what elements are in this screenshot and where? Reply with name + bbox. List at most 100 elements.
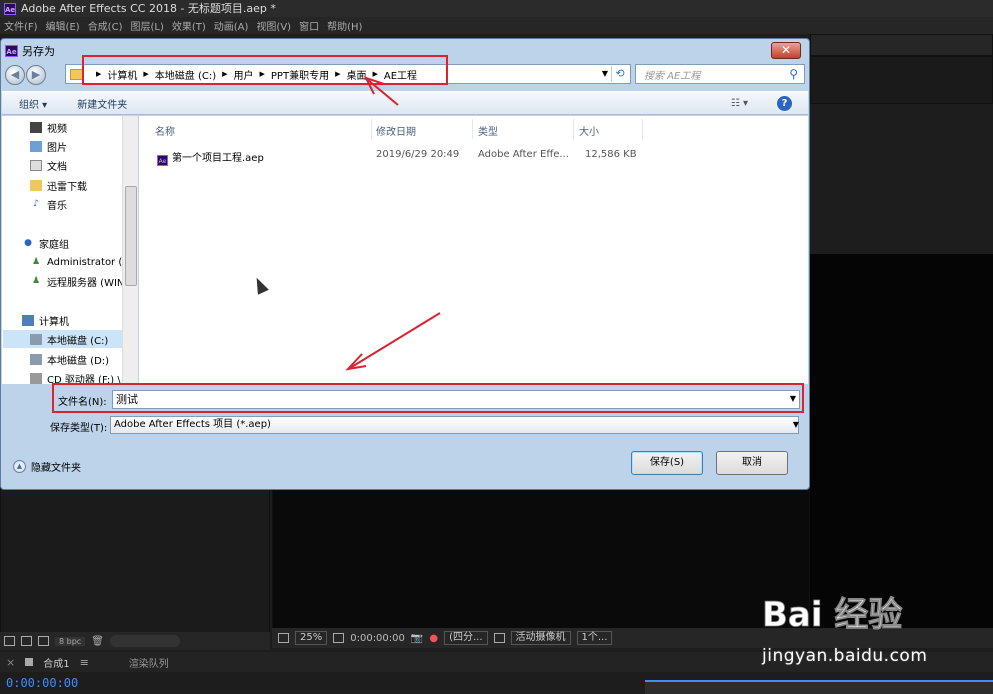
close-button[interactable]: ✕ <box>771 42 801 59</box>
baidu-paw-logo-icon: Bai 经验 <box>762 595 903 636</box>
menu-file[interactable]: 文件(F) <box>0 18 42 33</box>
drive-icon <box>30 333 42 345</box>
column-headers: 名称 修改日期 类型 大小 <box>139 119 808 139</box>
new-comp-icon[interactable] <box>38 636 49 646</box>
ae-logo-icon: Ae <box>4 2 16 15</box>
trash-icon[interactable]: 🗑 <box>91 636 104 647</box>
camera-select[interactable]: 活动摄像机 <box>510 631 571 645</box>
column-name[interactable]: 名称 <box>155 123 175 138</box>
app-title: Adobe After Effects CC 2018 - 无标题项目.aep … <box>21 2 276 15</box>
right-panel-header <box>810 34 993 56</box>
column-divider[interactable] <box>472 119 473 139</box>
watermark-brand: Bai 经验 <box>762 595 902 635</box>
nav-scrollbar[interactable] <box>122 116 138 384</box>
column-size[interactable]: 大小 <box>579 123 599 138</box>
document-icon <box>30 159 42 171</box>
bpc-badge[interactable]: 8 bpc <box>55 636 86 646</box>
nav-item-homegroup[interactable]: ● 家庭组 <box>22 234 69 252</box>
tab-render-queue[interactable]: 渲染队列 <box>129 655 169 670</box>
hide-folders-label: 隐藏文件夹 <box>31 463 81 474</box>
color-channels-icon[interactable]: ● <box>429 633 438 644</box>
table-row[interactable]: Ae 第一个项目工程.aep 2019/6/29 20:49 Adobe Afte… <box>139 146 808 166</box>
cd-icon <box>30 372 42 384</box>
region-icon[interactable] <box>493 633 505 643</box>
nav-item-video[interactable]: 视频 <box>30 118 67 136</box>
views-select[interactable]: 1个... <box>576 631 613 645</box>
comp-color-icon <box>25 658 34 666</box>
nav-item-documents[interactable]: 文档 <box>30 156 67 174</box>
music-icon: ♪ <box>33 198 39 209</box>
column-divider[interactable] <box>573 119 574 139</box>
nav-item-music[interactable]: ♪ 音乐 <box>30 195 67 213</box>
savetype-select[interactable]: Adobe After Effects 项目 (*.aep) <box>110 416 799 434</box>
nav-item-cd-drive[interactable]: CD 驱动器 (F:) \ <box>30 369 121 384</box>
project-search-field[interactable] <box>109 635 180 647</box>
user-icon: ♟ <box>31 275 41 286</box>
menu-view[interactable]: 视图(V) <box>252 18 295 33</box>
menu-effect[interactable]: 效果(T) <box>168 18 210 33</box>
computer-icon <box>22 314 34 326</box>
nav-item-pictures[interactable]: 图片 <box>30 137 67 155</box>
baidu-watermark: Bai 经验 jingyan.baidu.com <box>762 588 992 668</box>
file-date-cell: 2019/6/29 20:49 <box>376 149 460 160</box>
menu-composition[interactable]: 合成(C) <box>84 18 127 33</box>
menu-layer[interactable]: 图层(L) <box>126 18 167 33</box>
search-icon[interactable]: ⚲ <box>789 67 798 81</box>
back-button[interactable]: ◀ <box>5 65 25 85</box>
save-button[interactable]: 保存(S) <box>631 451 703 475</box>
cancel-button[interactable]: 取消 <box>716 451 788 475</box>
organize-button[interactable]: 组织 ▾ <box>19 96 47 111</box>
column-divider[interactable] <box>642 119 643 139</box>
camera-snapshot-icon[interactable]: 📷 <box>411 633 423 644</box>
nav-item-xunlei[interactable]: 迅雷下载 <box>30 176 87 194</box>
new-folder-icon[interactable] <box>21 636 32 646</box>
savetype-label: 保存类型(T): <box>50 423 108 434</box>
search-input[interactable]: 搜索 AE工程 ⚲ <box>635 64 805 84</box>
zoom-select[interactable]: 25% <box>295 631 328 645</box>
address-dropdown-icon[interactable]: ▼ <box>602 69 608 78</box>
menu-animation[interactable]: 动画(A) <box>210 18 253 33</box>
annotation-box-filename <box>52 383 804 413</box>
scrollbar-thumb[interactable] <box>125 186 137 286</box>
nav-item-drive-d[interactable]: 本地磁盘 (D:) <box>30 350 109 368</box>
annotation-box-address <box>82 55 448 85</box>
monitor-icon[interactable] <box>278 633 289 643</box>
timeline-timecode[interactable]: 0:00:00:00 <box>6 676 78 690</box>
dialog-title: 另存为 <box>22 45 55 58</box>
help-icon[interactable]: ? <box>777 96 792 111</box>
view-options-icon[interactable]: ☷ ▾ <box>731 98 748 109</box>
menu-help[interactable]: 帮助(H) <box>323 18 366 33</box>
forward-button[interactable]: ▶ <box>26 65 46 85</box>
nav-item-administrator[interactable]: ♟ Administrator (V <box>30 253 129 271</box>
menu-window[interactable]: 窗口 <box>295 18 323 33</box>
interpret-footage-icon[interactable] <box>4 636 15 646</box>
file-list[interactable]: 名称 修改日期 类型 大小 Ae 第一个项目工程.aep 2019/6/29 20… <box>139 116 808 384</box>
search-placeholder: 搜索 AE工程 <box>644 70 701 82</box>
video-icon <box>30 121 42 133</box>
savetype-dropdown-icon[interactable]: ▼ <box>793 420 799 429</box>
close-icon[interactable]: × <box>6 656 15 669</box>
menu-icon[interactable]: ≡ <box>80 656 89 669</box>
column-type[interactable]: 类型 <box>478 123 498 138</box>
nav-item-computer[interactable]: 计算机 <box>22 311 69 329</box>
tab-comp1[interactable]: 合成1 <box>43 655 69 670</box>
ae-logo-icon: Ae <box>5 45 18 57</box>
refresh-icon[interactable]: ⟲ <box>611 66 628 82</box>
viewer-timecode[interactable]: 0:00:00:00 <box>350 633 405 644</box>
column-divider[interactable] <box>371 119 372 139</box>
grid-icon[interactable] <box>333 633 345 643</box>
nav-item-drive-c[interactable]: 本地磁盘 (C:) <box>3 330 122 348</box>
new-folder-button[interactable]: 新建文件夹 <box>77 96 127 111</box>
nav-item-remote-server[interactable]: ♟ 远程服务器 (WIN <box>30 272 124 290</box>
watermark-url: jingyan.baidu.com <box>762 646 928 666</box>
hide-folders-toggle[interactable]: ▲ 隐藏文件夹 <box>13 459 81 474</box>
navigation-pane[interactable]: 视频 图片 文档 迅雷下载 ♪ 音乐 ● 家庭组 ♟ Administrator (V… <box>2 116 138 384</box>
user-icon: ♟ <box>31 256 41 267</box>
viewer-panel <box>272 489 810 634</box>
column-date[interactable]: 修改日期 <box>376 123 416 138</box>
download-icon <box>30 179 42 191</box>
timeline-ruler[interactable] <box>645 680 993 694</box>
menu-edit[interactable]: 编辑(E) <box>42 18 84 33</box>
resolution-select[interactable]: (四分... <box>444 631 488 645</box>
dialog-title-bar: Ae 另存为 <box>5 42 55 60</box>
